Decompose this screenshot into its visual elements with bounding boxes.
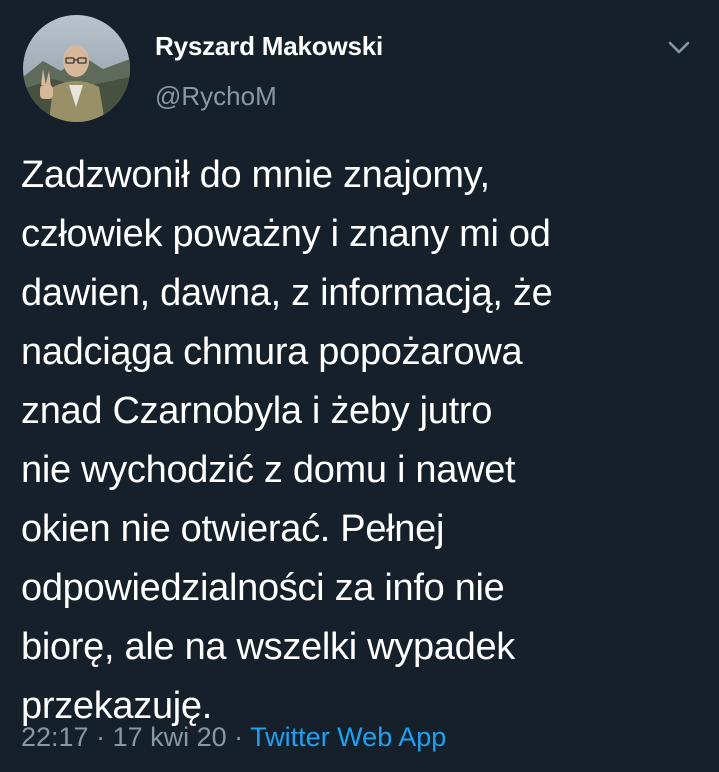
- tweet-text-line: okien nie otwierać. Pełnej: [21, 508, 445, 550]
- tweet-header: Ryszard Makowski @RychoM: [20, 15, 699, 125]
- tweet-text-line: Zadzwonił do mnie znajomy,: [21, 154, 490, 196]
- tweet-text-line: dawien, dawna, z informacją, że: [21, 272, 553, 314]
- tweet-source-link[interactable]: Twitter Web App: [250, 722, 446, 752]
- meta-separator: ·: [88, 722, 113, 752]
- avatar[interactable]: [23, 15, 130, 122]
- tweet-date[interactable]: 17 kwi 20: [113, 722, 227, 752]
- author-display-name[interactable]: Ryszard Makowski: [155, 31, 383, 62]
- tweet-card: Ryszard Makowski @RychoM Zadzwonił do mn…: [0, 0, 719, 772]
- tweet-text-line: nadciąga chmura popożarowa: [21, 331, 523, 373]
- tweet-meta: 22:17 · 17 kwi 20 · Twitter Web App: [21, 722, 446, 753]
- meta-separator: ·: [226, 722, 251, 752]
- tweet-time[interactable]: 22:17: [21, 722, 89, 752]
- tweet-text-line: znad Czarnobyla i żeby jutro: [21, 390, 493, 432]
- tweet-text-line: człowiek poważny i znany mi od: [21, 213, 551, 255]
- author-handle[interactable]: @RychoM: [155, 81, 277, 112]
- avatar-image: [23, 15, 130, 122]
- chevron-down-icon[interactable]: [665, 37, 693, 57]
- tweet-text-line: odpowiedzialności za info nie: [21, 567, 505, 609]
- tweet-text-line: biorę, ale na wszelki wypadek: [21, 626, 516, 668]
- tweet-text-line: nie wychodzić z domu i nawet: [21, 449, 516, 491]
- tweet-text: Zadzwonił do mnie znajomy, człowiek powa…: [21, 146, 711, 736]
